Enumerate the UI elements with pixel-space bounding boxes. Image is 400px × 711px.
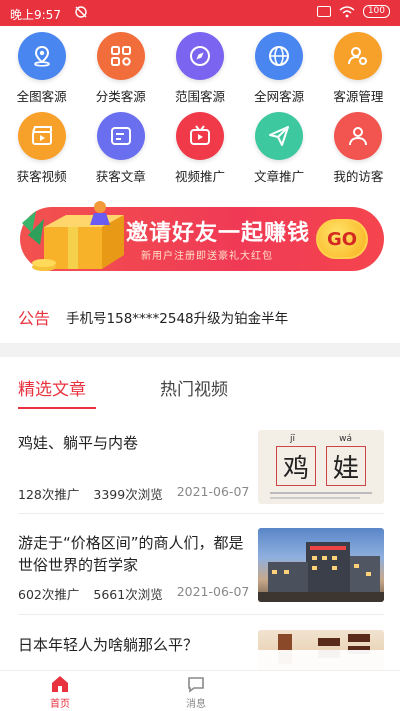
thumb-character: 娃 — [326, 446, 366, 486]
grid-label: 范围客源 — [174, 89, 225, 104]
invite-banner[interactable]: 邀请好友一起赚钱 新用户注册即送豪礼大红包 GO — [14, 193, 386, 279]
grid-item-map-source[interactable]: 全图客源 — [3, 32, 81, 105]
grid-item-source-management[interactable]: 客源管理 — [319, 32, 397, 105]
grid-label: 获客视频 — [16, 169, 67, 184]
gift-box-icon — [22, 201, 124, 271]
grid-item-video-promotion[interactable]: 视频推广 — [161, 112, 239, 185]
nav-home[interactable]: 首页 — [50, 675, 70, 710]
grid-label: 全网客源 — [254, 89, 305, 104]
article-item[interactable]: 游走于“价格区间”的商人们，都是世俗世界的哲学家 602次推广 5661次浏览 … — [18, 528, 384, 604]
alarm-off-icon — [75, 6, 87, 18]
section-divider — [0, 343, 400, 357]
grid-item-article-promotion[interactable]: 文章推广 — [240, 112, 318, 185]
announcement-bar[interactable]: 公告 手机号158****2548升级为铂金半年 — [18, 305, 288, 329]
tab-featured-articles[interactable]: 精选文章 — [18, 375, 86, 400]
battery-icon: 100 — [362, 5, 390, 18]
row-separator — [18, 513, 384, 514]
article-promotions: 128次推广 — [18, 487, 80, 502]
grid-item-my-visitors[interactable]: 我的访客 — [319, 112, 397, 185]
grid-label: 获客文章 — [95, 169, 146, 184]
status-time: 晚上9:57 — [10, 8, 61, 22]
content-tabs: 精选文章 热门视频 — [0, 365, 400, 409]
article-title: 鸡娃、躺平与内卷 — [18, 434, 139, 452]
pinyin-label: wá — [339, 434, 352, 444]
nav-messages-label: 消息 — [186, 699, 206, 710]
user-gear-icon — [334, 32, 383, 80]
article-date: 2021-06-07 — [176, 584, 250, 599]
grid-item-customer-article[interactable]: 获客文章 — [82, 112, 160, 185]
article-thumbnail — [258, 528, 384, 602]
grid-label: 客源管理 — [333, 89, 384, 104]
row-separator — [18, 614, 384, 615]
grid-label: 全图客源 — [16, 89, 67, 104]
map-pin-icon — [17, 32, 66, 80]
article-item[interactable]: 鸡娃、躺平与内卷 128次推广 3399次浏览 2021-06-07 jī wá… — [18, 430, 384, 506]
pinyin-label: jī — [290, 434, 296, 444]
article-promotions: 602次推广 — [18, 587, 80, 602]
wifi-icon — [339, 5, 355, 17]
visitor-icon — [334, 112, 383, 160]
grid-item-range-source[interactable]: 范围客源 — [161, 32, 239, 105]
grid-label: 文章推广 — [254, 169, 305, 184]
article-date: 2021-06-07 — [176, 484, 250, 499]
grid-item-customer-video[interactable]: 获客视频 — [3, 112, 81, 185]
article-meta: 128次推广 3399次浏览 2021-06-07 — [18, 484, 249, 503]
nav-home-label: 首页 — [50, 699, 70, 710]
go-button[interactable]: GO — [316, 219, 368, 259]
active-tab-indicator — [18, 407, 96, 409]
article-thumbnail: jī wá 鸡 娃 — [258, 430, 384, 504]
article-views: 3399次浏览 — [93, 487, 163, 502]
compass-icon — [175, 32, 224, 80]
grid-label: 分类客源 — [95, 89, 146, 104]
article-meta: 602次推广 5661次浏览 2021-06-07 — [18, 584, 249, 603]
clapperboard-icon — [17, 112, 66, 160]
grid-item-category-source[interactable]: 分类客源 — [82, 32, 160, 105]
grid-item-network-source[interactable]: 全网客源 — [240, 32, 318, 105]
tab-hot-videos[interactable]: 热门视频 — [160, 375, 228, 400]
globe-icon — [255, 32, 304, 80]
paper-plane-icon — [255, 112, 304, 160]
home-icon — [52, 676, 68, 692]
article-views: 5661次浏览 — [93, 587, 163, 602]
nav-messages[interactable]: 消息 — [186, 675, 206, 710]
message-icon — [188, 677, 204, 693]
announcement-tag: 公告 — [18, 309, 51, 328]
status-bar: 晚上9:57 100 — [0, 0, 400, 26]
tv-icon — [175, 112, 224, 160]
grid-label: 我的访客 — [333, 169, 384, 184]
sim-icon — [316, 6, 331, 17]
banner-title: 邀请好友一起赚钱 — [126, 221, 311, 246]
thumb-character: 鸡 — [276, 446, 316, 486]
building-illustration — [258, 542, 384, 602]
grid-label: 视频推广 — [174, 169, 225, 184]
article-icon — [96, 112, 145, 160]
banner-subtitle: 新用户注册即送豪礼大红包 — [141, 251, 273, 262]
article-title: 游走于“价格区间”的商人们，都是世俗世界的哲学家 — [18, 534, 244, 574]
announcement-text: 手机号158****2548升级为铂金半年 — [66, 311, 289, 327]
category-grid-icon — [96, 32, 145, 80]
bottom-navigation: 首页 消息 — [0, 670, 400, 711]
